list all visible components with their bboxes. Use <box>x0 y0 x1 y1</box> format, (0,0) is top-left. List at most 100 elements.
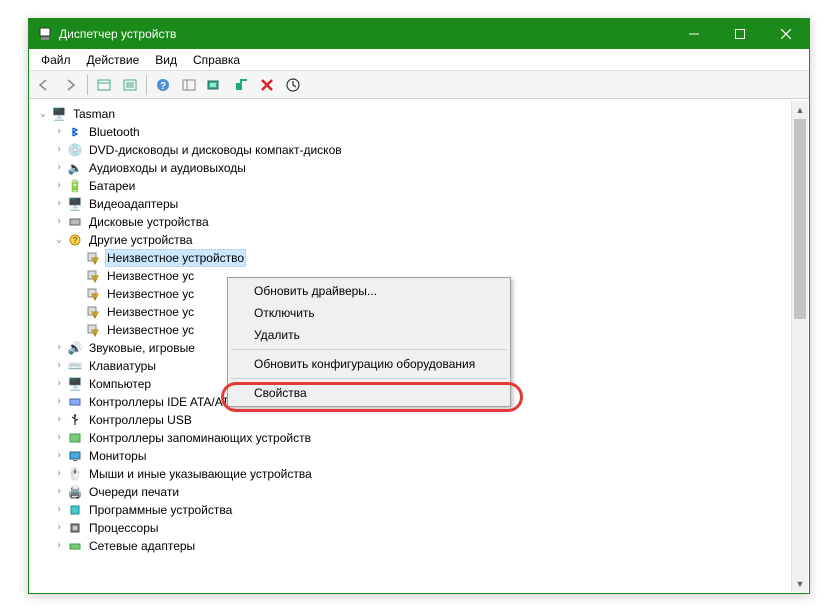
speaker-icon: 🔈 <box>67 160 83 176</box>
menu-file[interactable]: Файл <box>33 51 79 69</box>
chevron-right-icon[interactable] <box>51 376 67 392</box>
tree-node-mice[interactable]: 🖱️Мыши и иные указывающие устройства <box>31 465 807 483</box>
chevron-right-icon[interactable] <box>51 466 67 482</box>
tree-label: Дисковые устройства <box>87 214 211 230</box>
tree-node-dvd[interactable]: 💿DVD-дисководы и дисководы компакт-диско… <box>31 141 807 159</box>
tree-node-printq[interactable]: 🖨️Очереди печати <box>31 483 807 501</box>
tree-node-monitors[interactable]: Мониторы <box>31 447 807 465</box>
show-hidden-button[interactable] <box>92 73 116 97</box>
tree-label: Неизвестное ус <box>105 304 196 320</box>
scrollbar-thumb[interactable] <box>794 119 806 319</box>
scan-button[interactable] <box>203 73 227 97</box>
chevron-right-icon[interactable] <box>51 394 67 410</box>
window-title: Диспетчер устройств <box>59 27 671 41</box>
keyboard-icon: ⌨️ <box>67 358 83 374</box>
tree-label: Контроллеры USB <box>87 412 194 428</box>
tree-label: Звуковые, игровые <box>87 340 197 356</box>
tree-node-cpu[interactable]: Процессоры <box>31 519 807 537</box>
tree-label: Мыши и иные указывающие устройства <box>87 466 314 482</box>
enable-button[interactable] <box>229 73 253 97</box>
menubar: Файл Действие Вид Справка <box>29 49 809 71</box>
warning-icon: ! <box>85 268 101 284</box>
back-button[interactable] <box>33 73 57 97</box>
tree-label: Видеоадаптеры <box>87 196 180 212</box>
tree-label: Мониторы <box>87 448 148 464</box>
mouse-icon: 🖱️ <box>67 466 83 482</box>
separator <box>87 75 88 95</box>
monitor-icon <box>67 448 83 464</box>
chevron-right-icon[interactable] <box>51 160 67 176</box>
chevron-right-icon[interactable] <box>51 538 67 554</box>
network-icon <box>67 538 83 554</box>
tree-label: Другие устройства <box>87 232 195 248</box>
close-button[interactable] <box>763 19 809 49</box>
chevron-right-icon[interactable] <box>51 124 67 140</box>
help-button[interactable]: ? <box>151 73 175 97</box>
maximize-button[interactable] <box>717 19 763 49</box>
chevron-down-icon[interactable] <box>51 232 67 248</box>
chevron-right-icon[interactable] <box>51 214 67 230</box>
tree-node-unknown[interactable]: !Неизвестное устройство <box>31 249 807 267</box>
update-driver-button[interactable] <box>281 73 305 97</box>
tree-node-software[interactable]: Программные устройства <box>31 501 807 519</box>
printer-icon: 🖨️ <box>67 484 83 500</box>
ctx-remove[interactable]: Удалить <box>230 324 508 346</box>
tree-label: Bluetooth <box>87 124 142 140</box>
chevron-right-icon[interactable] <box>51 358 67 374</box>
chevron-right-icon[interactable] <box>51 412 67 428</box>
chevron-right-icon[interactable] <box>51 196 67 212</box>
ctx-rescan-hardware[interactable]: Обновить конфигурацию оборудования <box>230 353 508 375</box>
minimize-button[interactable] <box>671 19 717 49</box>
properties-button[interactable] <box>118 73 142 97</box>
menu-help[interactable]: Справка <box>185 51 248 69</box>
storage-icon <box>67 430 83 446</box>
tree-node-root[interactable]: 🖥️Tasman <box>31 105 807 123</box>
tree-node-other[interactable]: ?Другие устройства <box>31 231 807 249</box>
usb-icon <box>67 412 83 428</box>
tree-node-bluetooth[interactable]: Bluetooth <box>31 123 807 141</box>
ctx-properties[interactable]: Свойства <box>230 382 508 404</box>
list-button[interactable] <box>177 73 201 97</box>
chevron-right-icon[interactable] <box>51 178 67 194</box>
drive-icon <box>67 214 83 230</box>
computer-icon: 🖥️ <box>51 106 67 122</box>
separator <box>231 349 507 350</box>
ctx-disable[interactable]: Отключить <box>230 302 508 324</box>
ctx-update-drivers[interactable]: Обновить драйверы... <box>230 280 508 302</box>
separator <box>146 75 147 95</box>
tree-node-usb[interactable]: Контроллеры USB <box>31 411 807 429</box>
vertical-scrollbar[interactable]: ▲ ▼ <box>791 101 808 592</box>
chevron-right-icon[interactable] <box>51 340 67 356</box>
chevron-right-icon[interactable] <box>51 484 67 500</box>
tree-node-batteries[interactable]: 🔋Батареи <box>31 177 807 195</box>
tree-node-audio[interactable]: 🔈Аудиовходы и аудиовыходы <box>31 159 807 177</box>
tree-label: Контроллеры запоминающих устройств <box>87 430 313 446</box>
scroll-up-icon[interactable]: ▲ <box>792 101 808 118</box>
sound-icon: 🔊 <box>67 340 83 356</box>
cpu-icon <box>67 520 83 536</box>
chevron-right-icon[interactable] <box>51 430 67 446</box>
svg-text:?: ? <box>160 81 166 92</box>
scroll-down-icon[interactable]: ▼ <box>792 575 808 592</box>
uninstall-button[interactable] <box>255 73 279 97</box>
forward-button[interactable] <box>59 73 83 97</box>
warning-icon: ! <box>85 286 101 302</box>
chevron-right-icon[interactable] <box>51 520 67 536</box>
chevron-right-icon[interactable] <box>51 142 67 158</box>
chevron-down-icon[interactable] <box>35 106 51 122</box>
menu-action[interactable]: Действие <box>79 51 148 69</box>
tree-node-network[interactable]: Сетевые адаптеры <box>31 537 807 555</box>
titlebar[interactable]: Диспетчер устройств <box>29 19 809 49</box>
tree-node-disk[interactable]: Дисковые устройства <box>31 213 807 231</box>
chevron-right-icon[interactable] <box>51 502 67 518</box>
tree-label: Очереди печати <box>87 484 181 500</box>
window-frame: Диспетчер устройств Файл Действие Вид Сп… <box>28 18 810 594</box>
tree-node-video[interactable]: 🖥️Видеоадаптеры <box>31 195 807 213</box>
app-icon <box>37 26 53 42</box>
tree-node-storage[interactable]: Контроллеры запоминающих устройств <box>31 429 807 447</box>
computer-icon: 🖥️ <box>67 376 83 392</box>
chevron-right-icon[interactable] <box>51 448 67 464</box>
other-icon: ? <box>67 232 83 248</box>
tree-label: Неизвестное устройство <box>105 249 246 267</box>
menu-view[interactable]: Вид <box>147 51 185 69</box>
